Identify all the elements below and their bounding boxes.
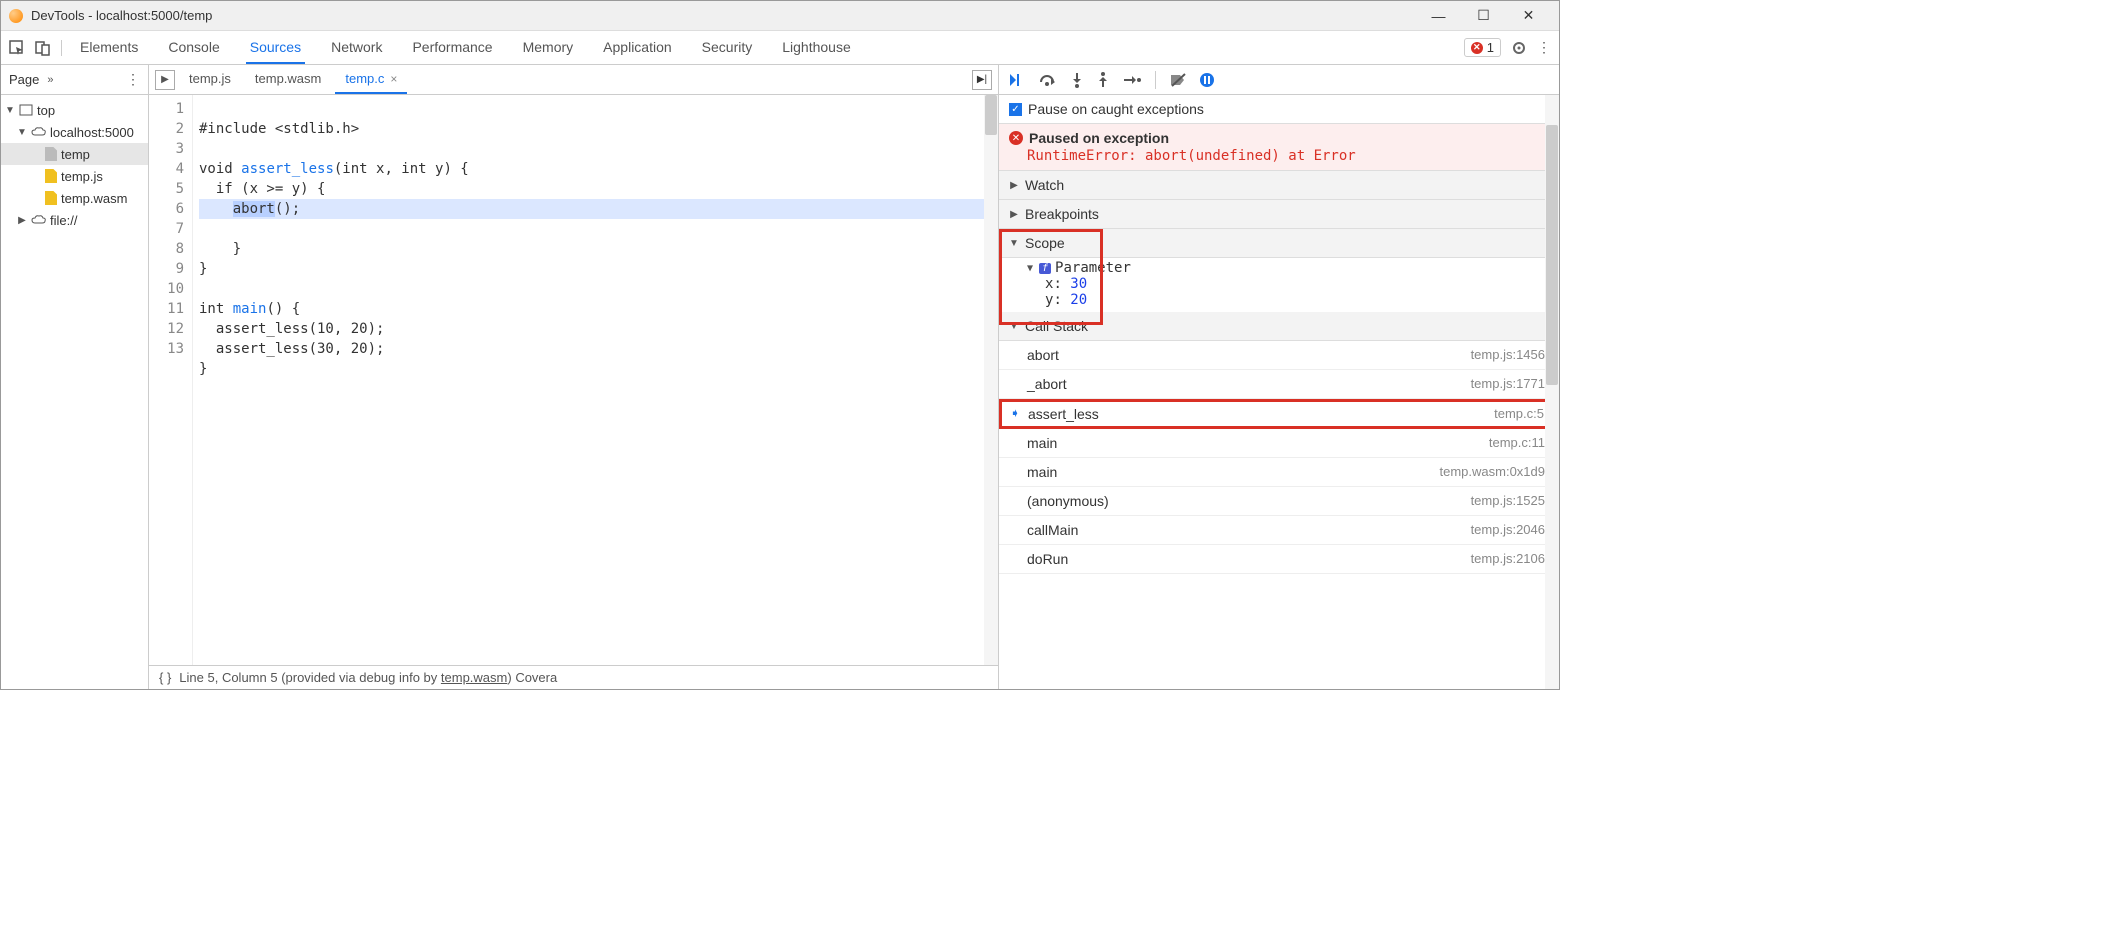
file-icon xyxy=(45,147,57,161)
show-debugger-icon[interactable]: ▶| xyxy=(972,70,992,90)
tree-top[interactable]: ▼top xyxy=(1,99,148,121)
file-tabs: ▶ temp.js temp.wasm temp.c× ▶| xyxy=(149,65,998,95)
parameter-group[interactable]: ▼fParameter xyxy=(1025,260,1549,276)
tab-application[interactable]: Application xyxy=(599,31,676,64)
file-icon xyxy=(45,169,57,183)
navigator-more-icon[interactable]: » xyxy=(47,74,53,86)
deactivate-breakpoints-icon[interactable] xyxy=(1170,73,1186,87)
tab-memory[interactable]: Memory xyxy=(519,31,578,64)
show-navigator-icon[interactable]: ▶ xyxy=(155,70,175,90)
cloud-icon xyxy=(31,126,46,138)
pause-on-exceptions-row[interactable]: ✓ Pause on caught exceptions xyxy=(999,95,1559,124)
code-editor[interactable]: 12345678910111213 #include <stdlib.h> vo… xyxy=(149,95,998,665)
minimize-button[interactable]: — xyxy=(1416,2,1461,30)
tree-file-tempwasm[interactable]: temp.wasm xyxy=(1,187,148,209)
editor-scrollbar[interactable] xyxy=(984,95,998,665)
titlebar: DevTools - localhost:5000/temp — ☐ ✕ xyxy=(1,1,1559,31)
close-tab-icon[interactable]: × xyxy=(390,72,397,86)
page-tab-label[interactable]: Page xyxy=(9,72,39,87)
stack-frame[interactable]: maintemp.c:11 xyxy=(999,429,1559,458)
error-badge[interactable]: ✕ 1 xyxy=(1464,38,1501,57)
pause-on-exceptions-checkbox[interactable]: ✓ xyxy=(1009,103,1022,116)
file-tree: ▼top ▼localhost:5000 temp temp.js temp.w… xyxy=(1,95,148,235)
call-stack-section[interactable]: ▼Call Stack xyxy=(999,312,1559,341)
status-source-link[interactable]: temp.wasm xyxy=(441,670,507,685)
tree-host[interactable]: ▼localhost:5000 xyxy=(1,121,148,143)
scope-var-x: x: 30 xyxy=(1045,276,1549,292)
tab-performance[interactable]: Performance xyxy=(408,31,496,64)
stack-frame[interactable]: callMaintemp.js:2046 xyxy=(999,516,1559,545)
error-count: 1 xyxy=(1487,40,1494,55)
watch-section[interactable]: ▶Watch xyxy=(999,171,1559,200)
debugger-toolbar xyxy=(999,65,1559,95)
error-icon: ✕ xyxy=(1471,42,1483,54)
tab-lighthouse[interactable]: Lighthouse xyxy=(778,31,855,64)
file-icon xyxy=(45,191,57,205)
exception-block: ✕ Paused on exception RuntimeError: abor… xyxy=(999,124,1559,171)
file-tab-tempwasm[interactable]: temp.wasm xyxy=(245,65,331,94)
pretty-print-icon[interactable]: { } xyxy=(159,670,171,685)
tree-file-tempjs[interactable]: temp.js xyxy=(1,165,148,187)
step-out-icon[interactable] xyxy=(1097,72,1109,88)
cloud-icon xyxy=(31,214,46,226)
tab-console[interactable]: Console xyxy=(164,31,223,64)
step-icon[interactable] xyxy=(1123,74,1141,86)
step-over-icon[interactable] xyxy=(1039,73,1057,87)
exception-message: RuntimeError: abort(undefined) at Error xyxy=(1027,148,1549,164)
navigator-header: Page » ⋮ xyxy=(1,65,148,95)
tab-security[interactable]: Security xyxy=(698,31,757,64)
code-content: #include <stdlib.h> void assert_less(int… xyxy=(193,95,998,665)
stack-frame[interactable]: doRuntemp.js:2106 xyxy=(999,545,1559,574)
function-badge-icon: f xyxy=(1039,263,1051,274)
file-tab-tempc[interactable]: temp.c× xyxy=(335,65,407,94)
scope-items: ▼fParameter x: 30 y: 20 xyxy=(999,258,1559,312)
editor-pane: ▶ temp.js temp.wasm temp.c× ▶| 123456789… xyxy=(149,65,999,689)
main-toolbar: Elements Console Sources Network Perform… xyxy=(1,31,1559,65)
frame-icon xyxy=(19,104,33,116)
more-menu-icon[interactable]: ⋮ xyxy=(1537,39,1551,56)
tab-network[interactable]: Network xyxy=(327,31,386,64)
gutter: 12345678910111213 xyxy=(149,95,193,665)
tab-sources[interactable]: Sources xyxy=(246,31,305,64)
debugger-pane: ✓ Pause on caught exceptions ✕ Paused on… xyxy=(999,65,1559,689)
debugger-scrollbar[interactable] xyxy=(1545,95,1559,689)
step-into-icon[interactable] xyxy=(1071,72,1083,88)
error-icon: ✕ xyxy=(1009,131,1023,145)
resume-icon[interactable] xyxy=(1009,73,1025,87)
app-icon xyxy=(9,9,23,23)
scope-var-y: y: 20 xyxy=(1045,292,1549,308)
debugger-body: ✓ Pause on caught exceptions ✕ Paused on… xyxy=(999,95,1559,689)
inspect-element-icon[interactable] xyxy=(9,40,25,56)
window-title: DevTools - localhost:5000/temp xyxy=(31,8,1416,23)
settings-gear-icon[interactable] xyxy=(1511,40,1527,56)
file-tab-tempjs[interactable]: temp.js xyxy=(179,65,241,94)
tab-elements[interactable]: Elements xyxy=(76,31,142,64)
breakpoints-section[interactable]: ▶Breakpoints xyxy=(999,200,1559,229)
maximize-button[interactable]: ☐ xyxy=(1461,2,1506,30)
pause-exceptions-icon[interactable] xyxy=(1200,73,1214,87)
tree-file-temp[interactable]: temp xyxy=(1,143,148,165)
close-button[interactable]: ✕ xyxy=(1506,2,1551,30)
status-bar: { } Line 5, Column 5 (provided via debug… xyxy=(149,665,998,689)
scope-section[interactable]: ▼Scope xyxy=(999,229,1559,258)
stack-frame[interactable]: (anonymous)temp.js:1525 xyxy=(999,487,1559,516)
stack-frame[interactable]: aborttemp.js:1456 xyxy=(999,341,1559,370)
tree-file-scheme[interactable]: ▶file:// xyxy=(1,209,148,231)
navigator-menu-icon[interactable]: ⋮ xyxy=(126,71,140,88)
stack-frame[interactable]: maintemp.wasm:0x1d9 xyxy=(999,458,1559,487)
content-area: Page » ⋮ ▼top ▼localhost:5000 temp temp.… xyxy=(1,65,1559,689)
device-toggle-icon[interactable] xyxy=(35,40,51,56)
devtools-window: DevTools - localhost:5000/temp — ☐ ✕ Ele… xyxy=(0,0,1560,690)
stack-frame[interactable]: _aborttemp.js:1771 xyxy=(999,370,1559,399)
stack-frame-current[interactable]: assert_lesstemp.c:5 xyxy=(999,399,1559,429)
navigator-sidebar: Page » ⋮ ▼top ▼localhost:5000 temp temp.… xyxy=(1,65,149,689)
